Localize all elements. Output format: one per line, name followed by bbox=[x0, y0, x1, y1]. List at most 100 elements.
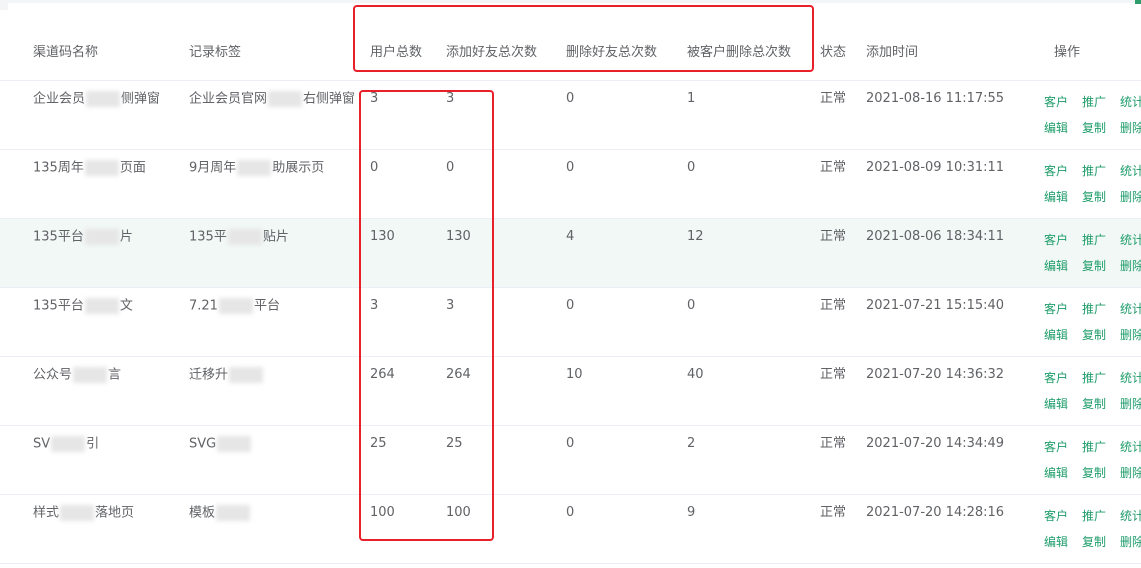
add-time-value: 2021-07-20 14:28:16 bbox=[866, 505, 1005, 520]
cell-channel-name: 公众号 言 bbox=[0, 356, 189, 426]
cell-actions: 客户 推广 统计编辑 复制 删除 bbox=[1018, 425, 1141, 495]
channel-name-start: 135平台 bbox=[33, 298, 84, 314]
cell-delete-friend-total: 0 bbox=[566, 149, 687, 219]
status-value: 正常 bbox=[820, 436, 847, 451]
action-promote-link[interactable]: 推广 bbox=[1082, 369, 1120, 387]
action-promote-link[interactable]: 推广 bbox=[1082, 507, 1120, 525]
delete-friend-total-value: 4 bbox=[566, 229, 575, 244]
user-total-value: 100 bbox=[370, 505, 395, 520]
action-stats-link[interactable]: 统计 bbox=[1120, 300, 1141, 318]
deleted-by-customer-value: 0 bbox=[687, 160, 696, 175]
action-customer-link[interactable]: 客户 bbox=[1044, 162, 1082, 180]
delete-friend-total-value: 10 bbox=[566, 367, 583, 382]
table-row: 样式 落地页 模板 100 100 0 9 正常 2021-07-20 14:28:16 客户 推广… bbox=[0, 494, 1141, 564]
user-total-value: 3 bbox=[370, 298, 379, 313]
action-delete-link[interactable]: 删除 bbox=[1120, 395, 1141, 413]
action-stats-link[interactable]: 统计 bbox=[1120, 369, 1141, 387]
redaction-blur bbox=[60, 505, 95, 521]
delete-friend-total-value: 0 bbox=[566, 436, 575, 451]
cell-status: 正常 bbox=[820, 80, 866, 150]
cell-user-total: 130 bbox=[370, 218, 446, 288]
action-stats-link[interactable]: 统计 bbox=[1120, 162, 1141, 180]
action-customer-link[interactable]: 客户 bbox=[1044, 438, 1082, 456]
status-value: 正常 bbox=[820, 229, 847, 244]
add-friend-total-value: 3 bbox=[446, 298, 455, 313]
action-customer-link[interactable]: 客户 bbox=[1044, 300, 1082, 318]
action-stats-link[interactable]: 统计 bbox=[1120, 438, 1141, 456]
status-value: 正常 bbox=[820, 505, 847, 520]
delete-friend-total-value: 0 bbox=[566, 160, 575, 175]
cell-add-friend-total: 100 bbox=[446, 494, 566, 564]
action-copy-link[interactable]: 复制 bbox=[1082, 188, 1120, 206]
status-value: 正常 bbox=[820, 160, 847, 175]
action-promote-link[interactable]: 推广 bbox=[1082, 231, 1120, 249]
channel-name-start: 公众号 bbox=[33, 367, 73, 383]
user-total-value: 0 bbox=[370, 160, 379, 175]
action-stats-link[interactable]: 统计 bbox=[1120, 231, 1141, 249]
action-customer-link[interactable]: 客户 bbox=[1044, 93, 1082, 111]
action-copy-link[interactable]: 复制 bbox=[1082, 326, 1120, 344]
cell-status: 正常 bbox=[820, 356, 866, 426]
cell-delete-friend-total: 4 bbox=[566, 218, 687, 288]
action-edit-link[interactable]: 编辑 bbox=[1044, 188, 1082, 206]
cell-add-time: 2021-08-16 11:17:55 bbox=[866, 80, 1018, 150]
record-tag-end: 平台 bbox=[253, 298, 280, 314]
header-row: 渠道码名称 记录标签 用户总数 添加好友总次数 删除好友总次数 被客户删除总次数… bbox=[0, 20, 1141, 81]
header-channel-name: 渠道码名称 bbox=[0, 20, 189, 81]
action-edit-link[interactable]: 编辑 bbox=[1044, 326, 1082, 344]
cell-channel-name: SV 引 bbox=[0, 425, 189, 495]
cell-add-friend-total: 25 bbox=[446, 425, 566, 495]
cell-channel-name: 135平台 片 bbox=[0, 218, 189, 288]
action-copy-link[interactable]: 复制 bbox=[1082, 464, 1120, 482]
header-add-friend-total: 添加好友总次数 bbox=[446, 20, 566, 81]
cell-add-friend-total: 264 bbox=[446, 356, 566, 426]
action-promote-link[interactable]: 推广 bbox=[1082, 300, 1120, 318]
action-links: 客户 推广 统计编辑 复制 删除 bbox=[1044, 150, 1141, 206]
add-time-value: 2021-08-16 11:17:55 bbox=[866, 91, 1005, 106]
action-edit-link[interactable]: 编辑 bbox=[1044, 533, 1082, 551]
action-promote-link[interactable]: 推广 bbox=[1082, 162, 1120, 180]
user-total-value: 3 bbox=[370, 91, 379, 106]
cell-channel-name: 样式 落地页 bbox=[0, 494, 189, 564]
cell-user-total: 3 bbox=[370, 287, 446, 357]
action-edit-link[interactable]: 编辑 bbox=[1044, 464, 1082, 482]
action-delete-link[interactable]: 删除 bbox=[1120, 326, 1141, 344]
channel-name-end: 落地页 bbox=[95, 505, 135, 521]
action-promote-link[interactable]: 推广 bbox=[1082, 93, 1120, 111]
table-row: 135平台 片 135平 贴片 130 130 4 12 正常 2021-08-06 18:34:… bbox=[0, 218, 1141, 288]
header-deleted-by-customer-total: 被客户删除总次数 bbox=[687, 20, 820, 81]
action-copy-link[interactable]: 复制 bbox=[1082, 533, 1120, 551]
action-customer-link[interactable]: 客户 bbox=[1044, 231, 1082, 249]
action-delete-link[interactable]: 删除 bbox=[1120, 464, 1141, 482]
action-copy-link[interactable]: 复制 bbox=[1082, 395, 1120, 413]
cell-status: 正常 bbox=[820, 218, 866, 288]
action-promote-link[interactable]: 推广 bbox=[1082, 438, 1120, 456]
action-customer-link[interactable]: 客户 bbox=[1044, 507, 1082, 525]
action-stats-link[interactable]: 统计 bbox=[1120, 507, 1141, 525]
cell-deleted-by-customer-total: 2 bbox=[687, 425, 820, 495]
add-time-value: 2021-07-21 15:15:40 bbox=[866, 298, 1005, 313]
action-stats-link[interactable]: 统计 bbox=[1120, 93, 1141, 111]
channel-name-start: 135平台 bbox=[33, 229, 84, 245]
action-copy-link[interactable]: 复制 bbox=[1082, 257, 1120, 275]
cell-delete-friend-total: 0 bbox=[566, 287, 687, 357]
table-row: 135平台 文 7.21 平台 3 3 0 0 正常 2021-07-21 15:15:40 客户推… bbox=[0, 287, 1141, 357]
cell-deleted-by-customer-total: 0 bbox=[687, 149, 820, 219]
action-edit-link[interactable]: 编辑 bbox=[1044, 395, 1082, 413]
cell-user-total: 25 bbox=[370, 425, 446, 495]
action-delete-link[interactable]: 删除 bbox=[1120, 257, 1141, 275]
action-customer-link[interactable]: 客户 bbox=[1044, 369, 1082, 387]
redaction-blur bbox=[217, 436, 252, 452]
record-tag-start: 135平 bbox=[189, 229, 227, 245]
action-delete-link[interactable]: 删除 bbox=[1120, 119, 1141, 137]
action-delete-link[interactable]: 删除 bbox=[1120, 188, 1141, 206]
cell-add-time: 2021-07-20 14:28:16 bbox=[866, 494, 1018, 564]
cell-add-time: 2021-07-21 15:15:40 bbox=[866, 287, 1018, 357]
action-edit-link[interactable]: 编辑 bbox=[1044, 119, 1082, 137]
action-edit-link[interactable]: 编辑 bbox=[1044, 257, 1082, 275]
action-delete-link[interactable]: 删除 bbox=[1120, 533, 1141, 551]
action-copy-link[interactable]: 复制 bbox=[1082, 119, 1120, 137]
add-friend-total-value: 25 bbox=[446, 436, 463, 451]
redaction-blur bbox=[51, 436, 86, 452]
header-actions: 操作 bbox=[1018, 20, 1141, 81]
